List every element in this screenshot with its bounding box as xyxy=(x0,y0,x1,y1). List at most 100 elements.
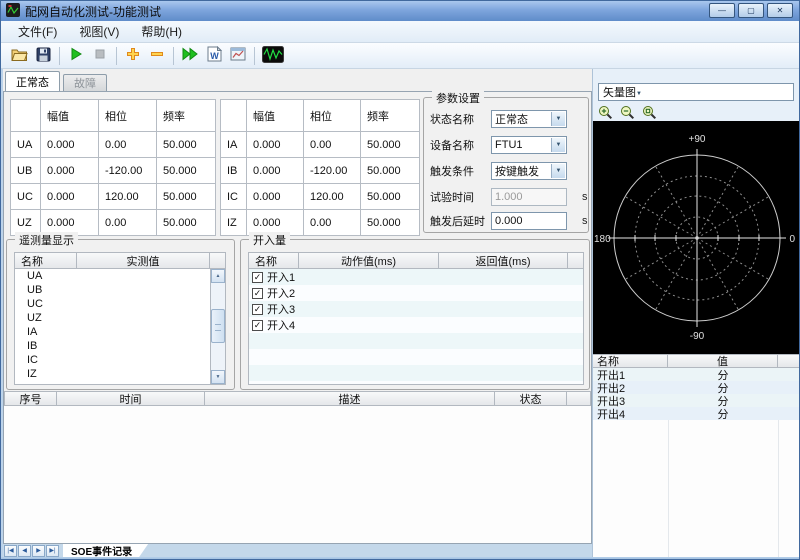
trigger-delay-input[interactable]: 0.000 xyxy=(491,212,567,230)
telemetry-row-name[interactable]: IA xyxy=(15,326,37,338)
current-cell[interactable]: 50.000 xyxy=(361,158,420,184)
voltage-col-phase: 相位 xyxy=(99,100,157,132)
voltage-cell[interactable]: 0.00 xyxy=(99,210,157,236)
telemetry-row-name[interactable]: IZ xyxy=(15,368,37,380)
current-cell[interactable]: 50.000 xyxy=(361,184,420,210)
toolbar-separator xyxy=(116,47,117,65)
event-table-body xyxy=(4,406,591,543)
voltage-col-frequency: 频率 xyxy=(157,100,216,132)
digital-input-name[interactable]: 开入1 xyxy=(267,269,295,285)
telemetry-row-name[interactable]: UA xyxy=(15,270,42,282)
telemetry-row-name[interactable]: IB xyxy=(15,340,37,352)
device-name-select[interactable]: FTU1 xyxy=(491,136,567,154)
menubar: 文件(F) 视图(V) 帮助(H) xyxy=(1,21,800,43)
toolbar-separator xyxy=(173,47,174,65)
tab-normal-state[interactable]: 正常态 xyxy=(5,71,60,91)
minus-icon xyxy=(150,47,164,64)
voltage-row-label: UA xyxy=(11,132,41,158)
state-name-select[interactable]: 正常态 xyxy=(491,110,567,128)
svg-text:W: W xyxy=(210,51,219,61)
telemetry-row-name[interactable]: UZ xyxy=(15,312,42,324)
remove-state-button[interactable] xyxy=(145,45,169,67)
telemetry-col-value: 实测值 xyxy=(77,253,210,268)
start-test-button[interactable] xyxy=(64,45,88,67)
current-cell[interactable]: 0.000 xyxy=(247,158,304,184)
current-cell[interactable]: 120.00 xyxy=(304,184,361,210)
checkbox-checked-icon[interactable]: ✓ xyxy=(252,304,263,315)
minimize-button[interactable]: — xyxy=(709,3,735,18)
maximize-button[interactable]: ▢ xyxy=(738,3,764,18)
chevron-down-icon[interactable] xyxy=(551,138,565,152)
telemetry-row-name[interactable]: IC xyxy=(15,354,38,366)
window-title: 配网自动化测试-功能测试 xyxy=(25,3,161,20)
current-cell[interactable]: -120.00 xyxy=(304,158,361,184)
outputs-col-filler xyxy=(778,355,799,367)
current-cell[interactable]: 0.000 xyxy=(247,184,304,210)
word-report-button[interactable]: W xyxy=(202,45,226,67)
digital-input-name[interactable]: 开入3 xyxy=(267,301,295,317)
soe-event-log-tab[interactable]: SOE事件记录 xyxy=(63,544,148,557)
add-state-button[interactable] xyxy=(121,45,145,67)
current-cell[interactable]: 50.000 xyxy=(361,210,420,236)
outputs-col-value: 值 xyxy=(668,355,778,367)
chevron-down-icon[interactable] xyxy=(551,164,565,178)
checkbox-checked-icon[interactable]: ✓ xyxy=(252,272,263,283)
digital-input-name[interactable]: 开入2 xyxy=(267,285,295,301)
nav-next-icon[interactable]: ▶ xyxy=(32,545,45,557)
checkbox-checked-icon[interactable]: ✓ xyxy=(252,320,263,331)
outputs-col-name: 名称 xyxy=(593,355,668,367)
telemetry-title: 遥测量显示 xyxy=(15,232,78,248)
fast-forward-icon xyxy=(182,47,198,64)
voltage-cell[interactable]: 0.00 xyxy=(99,132,157,158)
stop-test-button[interactable] xyxy=(88,45,112,67)
open-button[interactable] xyxy=(7,45,31,67)
trigger-delay-label: 触发后延时 xyxy=(430,213,491,229)
checkbox-checked-icon[interactable]: ✓ xyxy=(252,288,263,299)
tab-fault-state[interactable]: 故障 xyxy=(63,74,107,91)
digital-inputs-col-filler xyxy=(568,253,583,268)
nav-first-icon[interactable]: |◀ xyxy=(4,545,17,557)
voltage-cell[interactable]: -120.00 xyxy=(99,158,157,184)
test-time-input[interactable]: 1.000 xyxy=(491,188,567,206)
digital-inputs-col-name: 名称 xyxy=(249,253,299,268)
scroll-down-icon[interactable] xyxy=(211,370,225,384)
voltage-row-label: UC xyxy=(11,184,41,210)
current-corner-cell xyxy=(221,100,247,132)
main-content-panel: 幅值 相位 频率 UA 0.000 0.00 50.000 UB 0.000 -… xyxy=(3,91,592,544)
scroll-up-icon[interactable] xyxy=(211,269,225,283)
voltage-cell[interactable]: 0.000 xyxy=(41,158,99,184)
telemetry-row-name[interactable]: UC xyxy=(15,298,43,310)
nav-prev-icon[interactable]: ◀ xyxy=(18,545,31,557)
view-selector[interactable]: 矢量图 xyxy=(598,83,794,101)
waveform-button[interactable] xyxy=(259,45,287,67)
voltage-cell[interactable]: 50.000 xyxy=(157,184,216,210)
close-button[interactable]: ✕ xyxy=(767,3,793,18)
voltage-cell[interactable]: 50.000 xyxy=(157,132,216,158)
voltage-cell[interactable]: 120.00 xyxy=(99,184,157,210)
digital-input-name[interactable]: 开入4 xyxy=(267,317,295,333)
menu-help[interactable]: 帮助(H) xyxy=(132,21,191,42)
current-cell[interactable]: 50.000 xyxy=(361,132,420,158)
menu-file[interactable]: 文件(F) xyxy=(9,21,66,42)
voltage-cell[interactable]: 0.000 xyxy=(41,132,99,158)
current-cell[interactable]: 0.00 xyxy=(304,210,361,236)
current-cell[interactable]: 0.000 xyxy=(247,132,304,158)
nav-last-icon[interactable]: ▶| xyxy=(46,545,59,557)
telemetry-scrollbar[interactable] xyxy=(210,269,225,384)
voltage-cell[interactable]: 0.000 xyxy=(41,184,99,210)
scroll-thumb[interactable] xyxy=(211,309,225,343)
current-table: 幅值 相位 频率 IA 0.000 0.00 50.000 IB 0.000 -… xyxy=(220,99,420,236)
run-all-button[interactable] xyxy=(178,45,202,67)
phasor-polar-chart: +90 180 0 -90 xyxy=(593,121,799,354)
telemetry-row-name[interactable]: UB xyxy=(15,284,42,296)
trigger-condition-select[interactable]: 按键触发 xyxy=(491,162,567,180)
menu-view[interactable]: 视图(V) xyxy=(70,21,128,42)
chevron-down-icon[interactable] xyxy=(636,86,642,98)
chevron-down-icon[interactable] xyxy=(551,112,565,126)
report-view-button[interactable] xyxy=(226,45,250,67)
voltage-cell[interactable]: 50.000 xyxy=(157,158,216,184)
toolbar-separator xyxy=(59,47,60,65)
current-cell[interactable]: 0.00 xyxy=(304,132,361,158)
save-button[interactable] xyxy=(31,45,55,67)
voltage-cell[interactable]: 50.000 xyxy=(157,210,216,236)
